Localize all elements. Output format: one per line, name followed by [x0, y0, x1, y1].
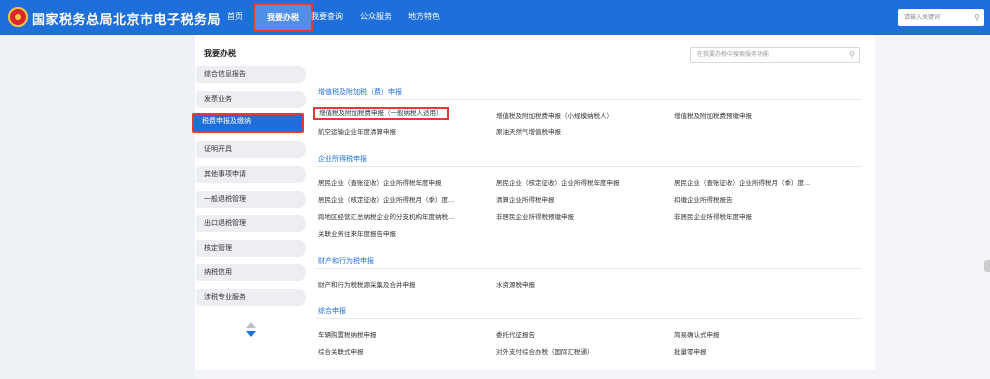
- section-title-comprehensive: 综合申报: [318, 307, 346, 315]
- section-divider: [316, 166, 862, 167]
- sidebar-item-professional-services[interactable]: 涉税专业服务: [196, 289, 306, 306]
- link-related-party-report[interactable]: 关联业务往来年度报告申报: [318, 228, 396, 238]
- link-entrusted-collection[interactable]: 委托代征报告: [496, 329, 535, 339]
- page-background: [0, 35, 195, 379]
- nav-public-services[interactable]: 公众服务: [360, 11, 392, 22]
- site-title[interactable]: 国家税务总局北京市电子税务局: [32, 9, 221, 28]
- tax-emblem-icon: [8, 7, 28, 27]
- link-vat-prepayment[interactable]: 增值税及附加税费预缴申报: [674, 110, 752, 120]
- sidebar-scroll-control[interactable]: [246, 322, 256, 340]
- header-search-input[interactable]: 请输入关键词 ⚲: [898, 9, 984, 26]
- link-water-resource-tax[interactable]: 水资源税申报: [496, 279, 535, 289]
- link-vehicle-purchase-tax[interactable]: 车辆购置税纳税申报: [318, 329, 377, 339]
- section-title-vat: 增值税及附加税（费）申报: [318, 88, 402, 96]
- link-cit-nonresident-annual[interactable]: 非居民企业所得税年度申报: [674, 211, 752, 221]
- link-aviation-annual-settlement[interactable]: 航空运输企业年度清算申报: [318, 126, 396, 136]
- link-cit-withholding[interactable]: 扣缴企业所得税报告: [674, 194, 733, 204]
- section-divider: [316, 99, 862, 100]
- sidebar-item-export-refund[interactable]: 出口退税管理: [196, 215, 306, 232]
- search-icon[interactable]: ⚲: [974, 9, 980, 26]
- link-cit-nonresident-prepay[interactable]: 非居民企业所得税预缴申报: [496, 211, 574, 221]
- section-title-property-tax: 财产和行为税申报: [318, 257, 374, 265]
- link-comprehensive-linked[interactable]: 综合关联式申报: [318, 346, 364, 356]
- scroll-up-icon[interactable]: [246, 322, 256, 328]
- sidebar-item-invoice[interactable]: 发票业务: [196, 91, 306, 108]
- top-navigation-bar: 国家税务总局北京市电子税务局 首页 我要办税 我要查询 公众服务 地方特色 请输…: [0, 0, 990, 35]
- nav-home[interactable]: 首页: [227, 11, 243, 22]
- sidebar-item-other-requests[interactable]: 其他事项申请: [196, 166, 306, 183]
- section-title-cit: 企业所得税申报: [318, 155, 367, 163]
- sidebar-item-certificates[interactable]: 证明开具: [196, 141, 306, 158]
- sidebar-item-info-report[interactable]: 综合信息报告: [196, 66, 306, 83]
- link-cit-assessed-quarterly[interactable]: 居民企业（核定征收）企业所得税月（季）度...: [318, 194, 454, 204]
- link-cit-branch-annual[interactable]: 跨地区经营汇总纳税企业的分支机构年度纳税...: [318, 211, 454, 221]
- sidebar-item-general-refund[interactable]: 一般退税管理: [196, 191, 306, 208]
- link-cit-audit-quarterly[interactable]: 居民企业（查账征收）企业所得税月（季）度...: [674, 177, 810, 187]
- link-cit-assessed-annual[interactable]: 居民企业（核定征收）企业所得税年度申报: [496, 177, 620, 187]
- link-batch-zero-filing[interactable]: 批量零申报: [674, 346, 707, 356]
- sidebar-item-assessment[interactable]: 核定管理: [196, 240, 306, 257]
- link-cit-audit-annual[interactable]: 居民企业（查账征收）企业所得税年度申报: [318, 177, 442, 187]
- link-cit-liquidation[interactable]: 清算企业所得税申报: [496, 194, 555, 204]
- sidebar-title: 我要办税: [204, 49, 236, 58]
- nav-query[interactable]: 我要查询: [311, 11, 343, 22]
- service-search-input[interactable]: 在我要办税中搜索服务功能 ⚲: [690, 47, 860, 63]
- sidebar-item-tax-filing-payment[interactable]: 税费申报及缴纳: [192, 113, 304, 133]
- header-search-placeholder: 请输入关键词: [904, 14, 941, 21]
- link-vat-small-scale[interactable]: 增值税及附加税费申报（小规模纳税人）: [496, 110, 613, 120]
- service-search-placeholder: 在我要办税中搜索服务功能: [697, 51, 770, 58]
- search-icon[interactable]: ⚲: [849, 48, 855, 62]
- link-property-tax-combined[interactable]: 财产和行为税税源采集及合并申报: [318, 279, 416, 289]
- sidebar-item-tax-credit[interactable]: 纳税信用: [196, 264, 306, 281]
- nav-tax-handling[interactable]: 我要办税: [253, 3, 313, 32]
- section-divider: [316, 268, 862, 269]
- floating-side-tab[interactable]: [984, 260, 990, 272]
- link-vat-general-taxpayer[interactable]: 增值税及附加税费申报（一般纳税人适用）: [313, 107, 449, 120]
- section-divider: [316, 318, 862, 319]
- link-outbound-payment[interactable]: 对外支付综合办税（国际汇税通）: [496, 346, 594, 356]
- scroll-down-icon[interactable]: [246, 331, 256, 337]
- link-crude-oil-gas-vat[interactable]: 原油天然气增值税申报: [496, 126, 561, 136]
- nav-local-features[interactable]: 地方特色: [408, 11, 440, 22]
- link-simple-confirmation[interactable]: 简易确认式申报: [674, 329, 720, 339]
